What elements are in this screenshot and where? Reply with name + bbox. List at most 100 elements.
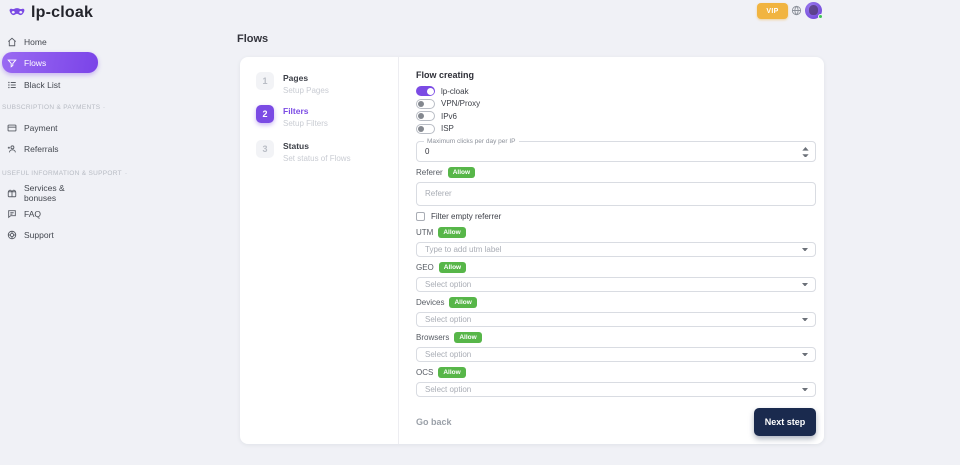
browsers-label-row: Browsers Allow <box>416 333 816 343</box>
utm-label: UTM <box>416 228 433 237</box>
step-subtitle: Set status of Flows <box>283 154 351 163</box>
sidebar-item-referrals[interactable]: Referrals <box>2 139 98 159</box>
step-status[interactable]: 3 Status Set status of Flows <box>256 140 351 163</box>
sidebar-item-services-bonuses[interactable]: Services & bonuses <box>2 183 98 203</box>
page-title: Flows <box>237 33 268 45</box>
devices-label: Devices <box>416 298 444 307</box>
sidebar-item-label: Flows <box>24 58 46 68</box>
step-title: Status <box>283 140 351 151</box>
referer-label: Referer <box>416 168 443 177</box>
chevron-down-icon <box>802 318 808 323</box>
filter-empty-referrer-checkbox[interactable] <box>416 212 425 221</box>
form-footer: Go back Next step <box>416 408 816 436</box>
user-avatar[interactable] <box>805 2 822 19</box>
step-filters[interactable]: 2 Filters Setup Filters <box>256 105 328 128</box>
flow-creating-card: 1 Pages Setup Pages 2 Filters Setup Filt… <box>240 57 824 444</box>
toggle-label: VPN/Proxy <box>441 99 480 108</box>
step-pages[interactable]: 1 Pages Setup Pages <box>256 72 329 95</box>
ocs-label-row: OCS Allow <box>416 368 816 378</box>
browsers-label: Browsers <box>416 333 449 342</box>
sidebar-item-label: FAQ <box>24 209 41 219</box>
geo-label: GEO <box>416 263 434 272</box>
mask-logo-icon <box>8 4 26 22</box>
filter-empty-referrer-row[interactable]: Filter empty referrer <box>416 212 816 222</box>
ipv6-toggle[interactable] <box>416 111 435 121</box>
browsers-allow-badge[interactable]: Allow <box>454 332 481 343</box>
section-title: Subscription & payments <box>2 104 100 111</box>
ocs-select[interactable]: Select option <box>416 382 816 397</box>
online-status-dot <box>818 14 823 19</box>
lifebuoy-icon <box>7 230 17 240</box>
select-placeholder: Select option <box>425 350 471 359</box>
sidebar-item-payment[interactable]: Payment <box>2 118 98 138</box>
brand-name: lp-cloak <box>31 4 93 22</box>
form-heading: Flow creating <box>416 70 816 80</box>
utm-label-row: UTM Allow <box>416 228 816 238</box>
section-title: Useful information & support <box>2 170 122 177</box>
toggle-label: ISP <box>441 124 454 133</box>
sidebar-item-black-list[interactable]: Black List <box>2 75 98 95</box>
sidebar-item-flows[interactable]: Flows <box>2 52 98 73</box>
geo-select[interactable]: Select option <box>416 277 816 292</box>
sidebar-section-subscription: Subscription & payments <box>2 104 100 111</box>
referer-input[interactable] <box>416 182 816 206</box>
brand-logo[interactable]: lp-cloak <box>8 4 93 22</box>
sidebar-item-faq[interactable]: FAQ <box>2 204 98 224</box>
lp-cloak-toggle[interactable] <box>416 86 435 96</box>
home-icon <box>7 37 17 47</box>
devices-select[interactable]: Select option <box>416 312 816 327</box>
chevron-down-icon <box>802 388 808 393</box>
sidebar-item-label: Payment <box>24 123 58 133</box>
chevron-down-icon <box>802 353 808 358</box>
isp-toggle[interactable] <box>416 124 435 134</box>
referer-allow-badge[interactable]: Allow <box>448 167 475 178</box>
section-divider <box>125 173 127 174</box>
footer-strip <box>0 465 960 475</box>
sidebar-item-label: Black List <box>24 80 60 90</box>
step-subtitle: Setup Pages <box>283 86 329 95</box>
toggle-row-lp-cloak[interactable]: lp-cloak <box>416 86 816 96</box>
blacklist-icon <box>7 80 17 90</box>
language-globe-icon[interactable] <box>791 5 802 16</box>
chevron-down-icon <box>802 283 808 288</box>
select-placeholder: Select option <box>425 280 471 289</box>
utm-select[interactable]: Type to add utm label <box>416 242 816 257</box>
step-title: Pages <box>283 72 329 83</box>
toggle-row-ipv6[interactable]: IPv6 <box>416 111 816 121</box>
stepper: 1 Pages Setup Pages 2 Filters Setup Filt… <box>240 57 399 444</box>
toggle-row-isp[interactable]: ISP <box>416 124 816 134</box>
ocs-allow-badge[interactable]: Allow <box>438 367 465 378</box>
flow-form: Flow creating lp-cloak VPN/Proxy IPv6 IS… <box>399 57 824 444</box>
select-placeholder: Select option <box>425 315 471 324</box>
vpn-proxy-toggle[interactable] <box>416 99 435 109</box>
vip-button[interactable]: VIP <box>757 3 788 19</box>
geo-label-row: GEO Allow <box>416 263 816 273</box>
utm-allow-badge[interactable]: Allow <box>438 227 465 238</box>
max-clicks-input[interactable] <box>417 142 815 161</box>
step-subtitle: Setup Filters <box>283 119 328 128</box>
number-stepper-icon[interactable] <box>801 147 810 158</box>
toggle-label: IPv6 <box>441 112 457 121</box>
ocs-label: OCS <box>416 368 433 377</box>
step-number: 1 <box>256 72 274 90</box>
sidebar-item-support[interactable]: Support <box>2 225 98 245</box>
sidebar-item-label: Referrals <box>24 144 58 154</box>
referer-label-row: Referer Allow <box>416 168 816 178</box>
browsers-select[interactable]: Select option <box>416 347 816 362</box>
sidebar-item-label: Services & bonuses <box>24 183 98 203</box>
devices-allow-badge[interactable]: Allow <box>449 297 476 308</box>
gift-icon <box>7 188 17 198</box>
checkbox-label: Filter empty referrer <box>431 212 501 221</box>
sidebar-item-label: Home <box>24 37 47 47</box>
geo-allow-badge[interactable]: Allow <box>439 262 466 273</box>
sidebar-section-support: Useful information & support <box>2 170 100 177</box>
go-back-button[interactable]: Go back <box>416 417 452 427</box>
toggle-row-vpn-proxy[interactable]: VPN/Proxy <box>416 99 816 109</box>
flows-icon <box>7 58 17 68</box>
sidebar-item-home[interactable]: Home <box>2 32 98 52</box>
faq-chat-icon <box>7 209 17 219</box>
chevron-down-icon <box>802 248 808 253</box>
next-step-button[interactable]: Next step <box>754 408 816 436</box>
select-placeholder: Select option <box>425 385 471 394</box>
step-number: 3 <box>256 140 274 158</box>
